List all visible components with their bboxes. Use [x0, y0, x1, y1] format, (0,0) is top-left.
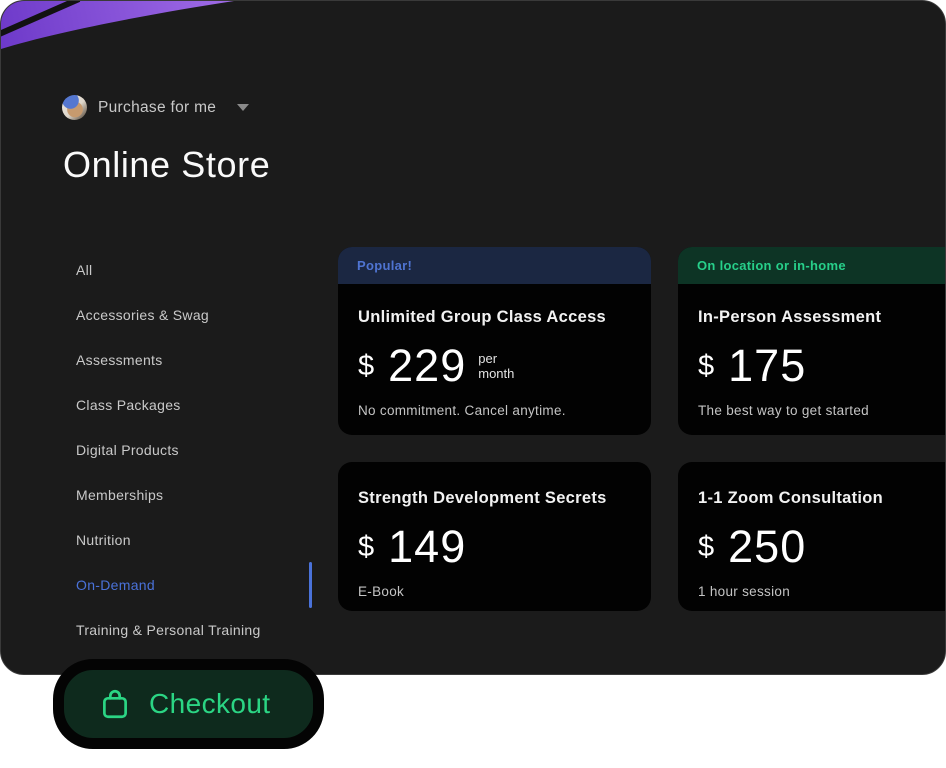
- price-row: $ 175: [698, 340, 945, 392]
- page-title: Online Store: [63, 144, 271, 185]
- sidebar-item-memberships[interactable]: Memberships: [76, 472, 311, 517]
- price-row: $ 229 per month: [358, 340, 631, 392]
- price-value: 229: [388, 340, 467, 391]
- purple-corner-decoration: [1, 1, 234, 49]
- product-card-zoom-consultation[interactable]: 1-1 Zoom Consultation $ 250 1 hour sessi…: [678, 462, 945, 611]
- product-subtitle: 1 hour session: [698, 584, 791, 599]
- product-subtitle: The best way to get started: [698, 403, 869, 418]
- billing-period-line2: month: [478, 366, 515, 381]
- sidebar-item-assessments[interactable]: Assessments: [76, 337, 311, 382]
- currency-symbol: $: [698, 349, 715, 382]
- product-subtitle: No commitment. Cancel anytime.: [358, 403, 566, 418]
- sidebar-item-on-demand[interactable]: On-Demand: [76, 562, 311, 607]
- product-title: Unlimited Group Class Access: [358, 308, 607, 326]
- price-value: 175: [728, 340, 807, 391]
- category-sidebar: All Accessories & Swag Assessments Class…: [76, 247, 311, 652]
- sidebar-item-nutrition[interactable]: Nutrition: [76, 517, 311, 562]
- purchase-for-selector[interactable]: Purchase for me: [62, 95, 250, 120]
- product-title: Strength Development Secrets: [358, 489, 607, 507]
- sidebar-item-class-packages[interactable]: Class Packages: [76, 382, 311, 427]
- location-badge: On location or in-home: [678, 247, 945, 284]
- checkout-button[interactable]: Checkout: [53, 659, 324, 749]
- currency-symbol: $: [358, 530, 375, 563]
- checkout-label: Checkout: [149, 688, 271, 719]
- active-category-indicator: [309, 562, 312, 608]
- screenshot-stage: Purchase for me Online Store All Accesso…: [0, 0, 946, 768]
- online-store-panel: Purchase for me Online Store All Accesso…: [0, 0, 946, 675]
- user-avatar: [62, 95, 87, 120]
- card-body: Unlimited Group Class Access $ 229 per m…: [338, 284, 651, 418]
- product-title: In-Person Assessment: [698, 308, 882, 326]
- price-row: $ 250: [698, 521, 945, 573]
- sidebar-item-training-personal-training[interactable]: Training & Personal Training: [76, 607, 311, 652]
- price-value: 149: [388, 521, 467, 572]
- price-row: $ 149: [358, 521, 631, 573]
- shopping-bag-icon: [103, 689, 127, 719]
- currency-symbol: $: [698, 530, 715, 563]
- sidebar-item-digital-products[interactable]: Digital Products: [76, 427, 311, 472]
- purchase-for-label: Purchase for me: [98, 98, 217, 116]
- card-body: 1-1 Zoom Consultation $ 250 1 hour sessi…: [678, 462, 945, 599]
- chevron-down-icon[interactable]: [237, 104, 250, 111]
- product-card-grid: Popular! Unlimited Group Class Access $ …: [338, 247, 945, 611]
- card-body: In-Person Assessment $ 175 The best way …: [678, 284, 945, 418]
- product-card-in-person-assessment[interactable]: On location or in-home In-Person Assessm…: [678, 247, 945, 435]
- billing-period-line1: per: [478, 351, 498, 366]
- sidebar-item-all[interactable]: All: [76, 247, 311, 292]
- price-value: 250: [728, 521, 807, 572]
- popular-badge: Popular!: [338, 247, 651, 284]
- sidebar-item-accessories-swag[interactable]: Accessories & Swag: [76, 292, 311, 337]
- billing-period: per month: [478, 351, 514, 381]
- card-body: Strength Development Secrets $ 149 E-Boo…: [338, 462, 651, 599]
- product-card-strength-development-secrets[interactable]: Strength Development Secrets $ 149 E-Boo…: [338, 462, 651, 611]
- currency-symbol: $: [358, 349, 375, 382]
- product-title: 1-1 Zoom Consultation: [698, 489, 884, 507]
- product-card-unlimited-group-class[interactable]: Popular! Unlimited Group Class Access $ …: [338, 247, 651, 435]
- product-subtitle: E-Book: [358, 584, 405, 599]
